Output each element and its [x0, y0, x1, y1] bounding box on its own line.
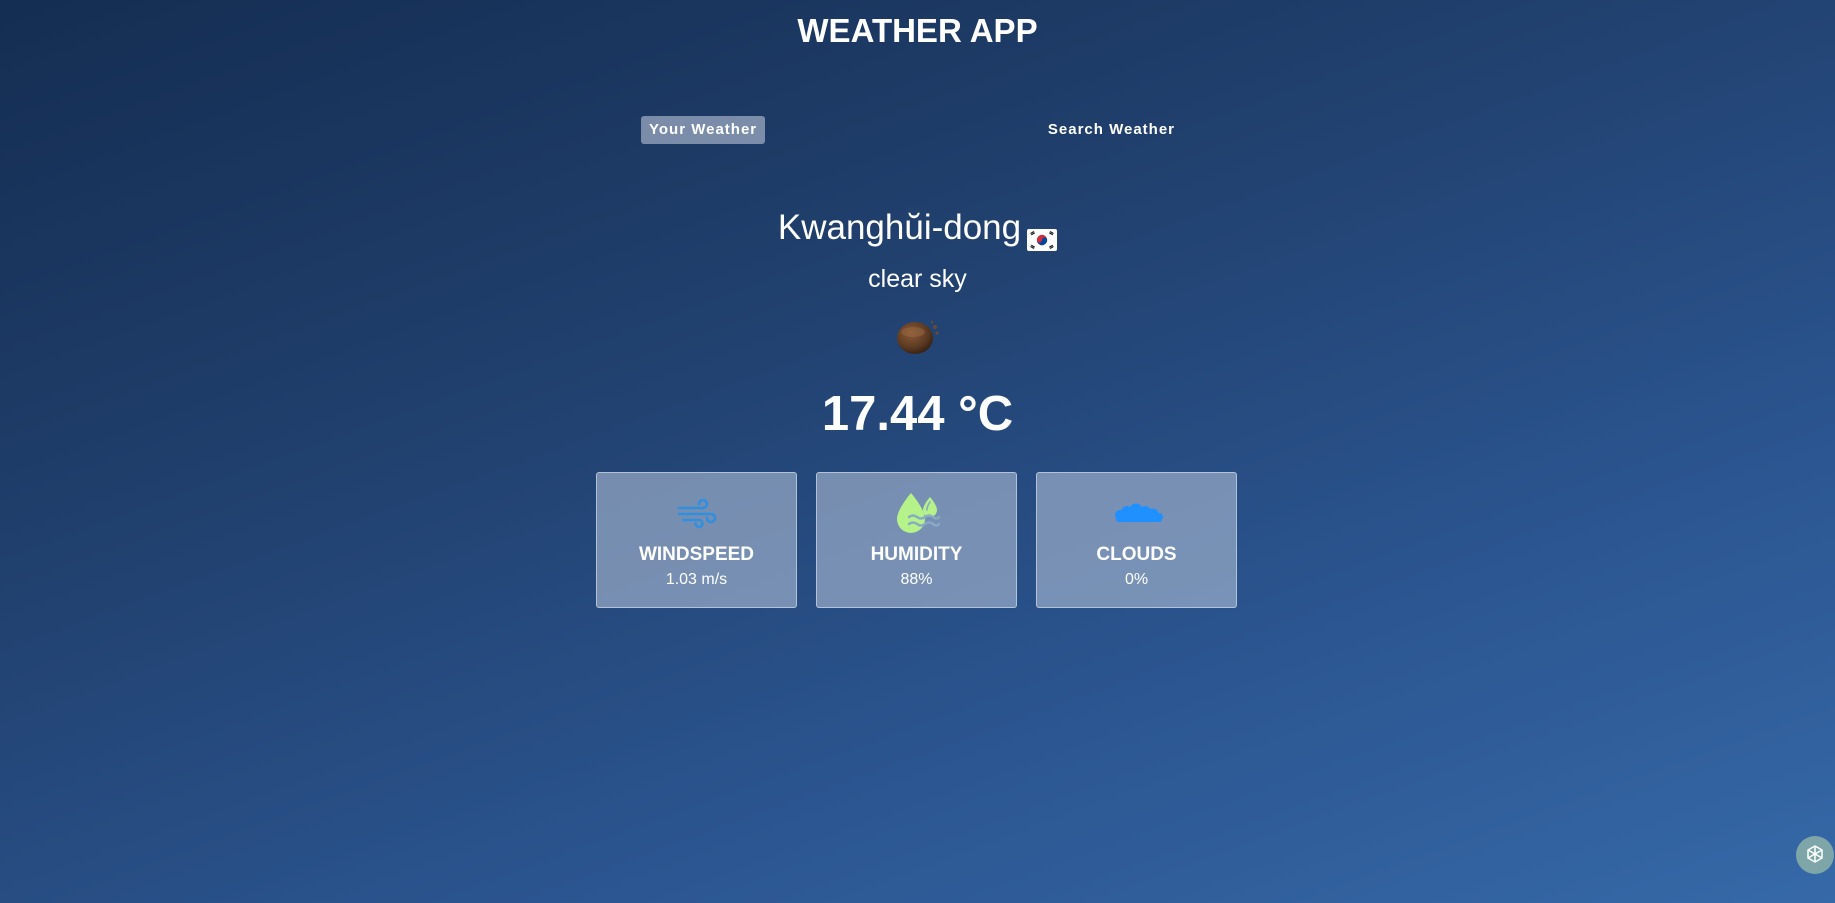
temperature: 17.44 °C [821, 387, 1014, 441]
humidity-drops-icon [817, 491, 1016, 537]
weather-description: clear sky [868, 265, 967, 293]
tab-bar: Your Weather Search Weather [641, 116, 1183, 144]
city-name: Kwanghŭi-dong [777, 208, 1022, 247]
humidity-value: 88% [900, 571, 933, 588]
clouds-label: CLOUDS [1096, 544, 1177, 565]
windspeed-label: WINDSPEED [638, 544, 755, 565]
humidity-label: HUMIDITY [870, 544, 963, 565]
clear-sky-night-icon [893, 316, 945, 356]
tab-search-weather[interactable]: Search Weather [1040, 116, 1183, 144]
south-korea-flag-icon [1027, 216, 1058, 251]
clouds-icon [1037, 491, 1236, 537]
wind-icon [597, 491, 796, 537]
tab-your-weather[interactable]: Your Weather [641, 116, 766, 144]
assistant-icon [1807, 845, 1823, 863]
location-heading: Kwanghŭi-dong [0, 204, 1835, 252]
assistant-button[interactable] [1796, 836, 1834, 874]
windspeed-value: 1.03 m/s [665, 571, 728, 588]
humidity-card: HUMIDITY 88% [816, 472, 1017, 608]
app-title: WEATHER APP [797, 12, 1038, 49]
windspeed-card: WINDSPEED 1.03 m/s [596, 472, 797, 608]
clouds-value: 0% [1124, 571, 1149, 588]
weather-stats: WINDSPEED 1.03 m/s HUMIDITY 88% CLOUDS 0… [596, 472, 1237, 608]
clouds-card: CLOUDS 0% [1036, 472, 1237, 608]
